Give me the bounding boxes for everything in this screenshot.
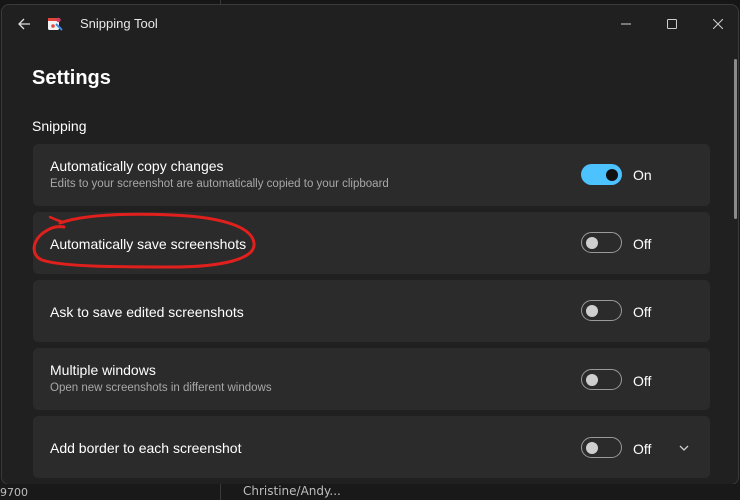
toggle-state-label: On [633,167,652,183]
toggle-knob [586,373,598,386]
setting-title: Automatically copy changes [50,158,224,174]
toggle-switch[interactable] [581,437,622,458]
setting-ask-to-save-edited-screenshots: Ask to save edited screenshots Off [33,280,710,342]
minimize-button[interactable] [604,9,648,39]
setting-title: Multiple windows [50,362,156,378]
toggle-state-label: Off [633,304,652,320]
setting-add-border-to-each-screenshot[interactable]: Add border to each screenshot Off [33,416,710,478]
close-button[interactable] [696,9,738,39]
section-title: Snipping [32,118,87,134]
setting-title: Add border to each screenshot [50,440,242,456]
snipping-tool-icon [48,17,63,31]
setting-title: Ask to save edited screenshots [50,304,244,320]
back-button[interactable] [10,11,38,37]
setting-description: Open new screenshots in different window… [50,382,272,394]
snipping-tool-window: Snipping Tool Settings Snipping Automati… [1,4,739,485]
maximize-button[interactable] [650,9,694,39]
close-icon [713,19,723,29]
toggle-switch[interactable] [581,369,622,390]
arrow-left-icon [18,18,30,30]
toggle-state-label: Off [633,373,652,389]
setting-automatically-copy-changes: Automatically copy changes Edits to your… [33,144,710,206]
toggle-knob [606,168,618,181]
scrollbar[interactable] [734,59,737,219]
maximize-icon [667,19,677,29]
toggle-switch[interactable] [581,164,622,185]
toggle-switch[interactable] [581,300,622,321]
toggle-state-label: Off [633,441,652,457]
setting-description: Edits to your screenshot are automatical… [50,178,389,190]
minimize-icon [621,23,631,25]
toggle-switch[interactable] [581,232,622,253]
background-text-middle: Christine/Andy... [243,484,341,498]
toggle-knob [586,236,598,249]
chevron-down-icon[interactable] [677,441,691,455]
background-text-left: 9700 [0,486,28,499]
page-title: Settings [32,67,111,89]
background-divider [220,484,221,500]
setting-automatically-save-screenshots: Automatically save screenshots Off [33,212,710,274]
toggle-knob [586,304,598,317]
app-title: Snipping Tool [80,16,158,31]
toggle-state-label: Off [633,236,652,252]
background-taskbar-strip [0,484,740,500]
title-bar: Snipping Tool [2,5,738,43]
setting-multiple-windows: Multiple windows Open new screenshots in… [33,348,710,410]
setting-title: Automatically save screenshots [50,236,247,252]
toggle-knob [586,441,598,454]
